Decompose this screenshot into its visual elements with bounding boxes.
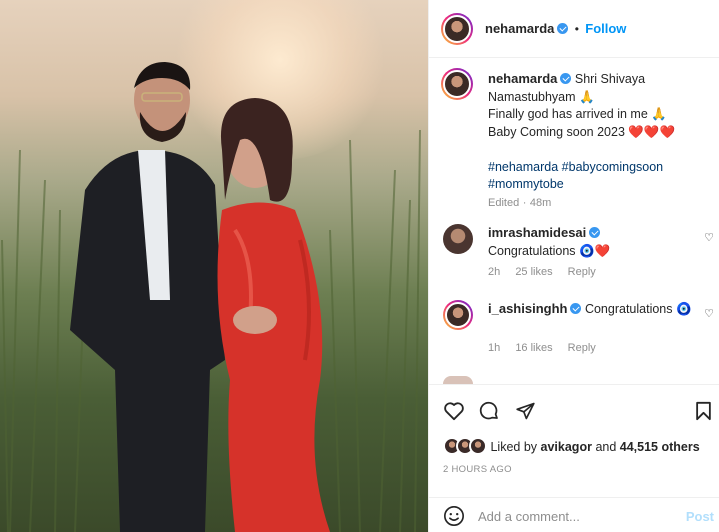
comment-input[interactable]: Add a comment... [478, 509, 580, 524]
caption-dot: · [522, 196, 527, 209]
emoji-icon[interactable] [443, 505, 465, 527]
liker-username[interactable]: avikagor [541, 440, 592, 454]
caption-age: 48m [529, 196, 552, 209]
verified-badge-icon [557, 23, 569, 34]
author-username[interactable]: nehamarda [485, 21, 554, 36]
comment-icon[interactable] [479, 401, 500, 422]
verified-badge-icon [589, 227, 601, 238]
bookmark-icon[interactable] [695, 401, 712, 421]
comment-likes[interactable]: 16 likes [515, 342, 552, 354]
author-avatar[interactable] [441, 13, 473, 45]
verified-badge-icon [560, 73, 572, 84]
caption-username[interactable]: nehamarda [488, 71, 557, 86]
caption-avatar[interactable] [441, 68, 473, 100]
caption-hashtags[interactable]: #nehamarda #babycomingsoon #mommytobe [488, 160, 663, 192]
verified-badge-icon [570, 303, 582, 314]
comment-text: Congratulations 🧿❤️ [488, 244, 611, 258]
comment-item: i_ashisinghh Congratulations 🧿 ♡ 1h 16 l… [443, 300, 718, 360]
commenter-username[interactable]: imrashamidesai [488, 225, 586, 240]
likes-summary: Liked by avikagor and 44,515 others [443, 437, 700, 455]
post-comment-button[interactable]: Post [686, 509, 714, 524]
likes-prefix: Liked by [490, 440, 538, 454]
comment-text: Congratulations 🧿 [584, 302, 692, 316]
liker-avatars [443, 437, 487, 455]
commenter-username[interactable]: i_ashisinghh [488, 301, 567, 316]
commenter-avatar[interactable] [443, 224, 473, 254]
likes-others[interactable]: 44,515 others [620, 440, 700, 454]
comment-like-heart-icon[interactable]: ♡ [704, 231, 714, 244]
follow-button[interactable]: Follow [585, 21, 626, 36]
comment-age: 2h [488, 266, 501, 278]
comment-reply-button[interactable]: Reply [568, 266, 596, 278]
comment-likes[interactable]: 25 likes [515, 266, 552, 278]
post-timestamp[interactable]: 2 HOURS AGO [443, 464, 512, 475]
post-header: nehamarda • Follow [429, 0, 719, 58]
post-detail-panel: nehamarda • Follow nehamarda Shri Shivay… [428, 0, 719, 532]
comment-reply-button[interactable]: Reply [568, 342, 596, 354]
heart-icon[interactable] [443, 401, 465, 421]
add-comment-bar: Add a comment... Post [429, 497, 719, 532]
header-separator: • [574, 22, 579, 36]
photo-scene [1, 62, 421, 532]
caption-line-3: Baby Coming soon 2023 ❤️❤️❤️ [488, 124, 676, 139]
post-photo[interactable] [0, 0, 428, 532]
caption: nehamarda Shri Shivaya Namastubhyam 🙏 Fi… [488, 70, 713, 212]
share-icon[interactable] [515, 401, 536, 421]
commenter-avatar[interactable] [443, 300, 473, 330]
caption-line-2: Finally god has arrived in me 🙏 [488, 107, 667, 121]
caption-edited: Edited [488, 196, 520, 209]
comment-like-heart-icon[interactable]: ♡ [704, 307, 714, 320]
comment-item: imrashamidesai Congratulations 🧿❤️ ♡ 2h … [443, 224, 718, 284]
comment-age: 1h [488, 342, 501, 354]
post-actions: Liked by avikagor and 44,515 others 2 HO… [429, 384, 719, 532]
commenter-avatar-partial [443, 376, 473, 384]
likes-and: and [595, 440, 617, 454]
